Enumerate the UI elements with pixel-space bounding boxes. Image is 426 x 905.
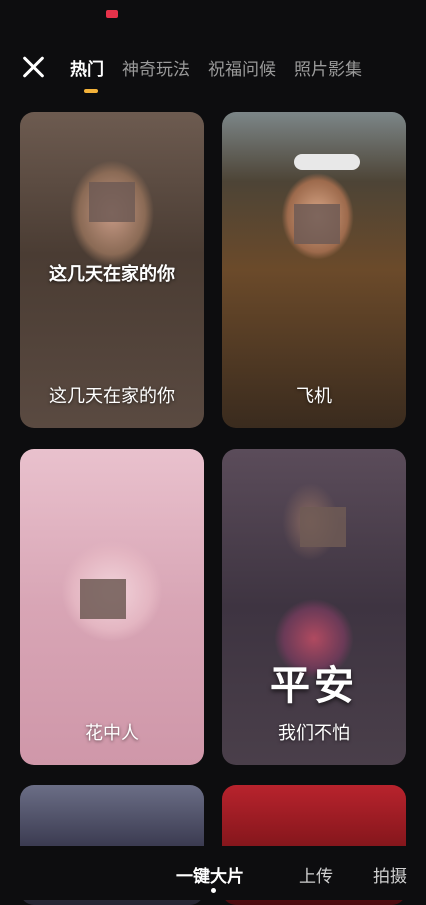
card-overlay-text: 平安 bbox=[270, 662, 358, 709]
template-card[interactable]: 飞机 bbox=[222, 112, 406, 428]
card-label: 飞机 bbox=[296, 386, 332, 407]
template-card[interactable]: 这几天在家的你 这几天在家的你 bbox=[20, 112, 204, 428]
nav-upload[interactable]: 上传 bbox=[299, 862, 333, 887]
nav-one-click-blockbuster[interactable]: 一键大片 bbox=[176, 862, 244, 887]
face-mosaic bbox=[294, 204, 340, 244]
face-mosaic bbox=[300, 507, 346, 547]
active-indicator bbox=[211, 888, 216, 893]
card-overlay-text: 这几天在家的你 bbox=[49, 264, 175, 285]
nav-shoot[interactable]: 拍摄 bbox=[373, 862, 407, 887]
card-label: 花中人 bbox=[85, 723, 139, 744]
face-mosaic bbox=[80, 579, 126, 619]
airplane-image bbox=[294, 154, 360, 170]
face-mosaic bbox=[89, 182, 135, 222]
bottom-nav: 一键大片 上传 拍摄 bbox=[0, 846, 426, 900]
template-card[interactable]: 平安 我们不怕 bbox=[222, 449, 406, 765]
card-label: 这几天在家的你 bbox=[49, 386, 175, 407]
template-card[interactable]: 花中人 bbox=[20, 449, 204, 765]
template-grid: 这几天在家的你 这几天在家的你 飞机 花中人 平安 我们不怕 bbox=[0, 0, 426, 905]
card-label: 我们不怕 bbox=[278, 723, 350, 744]
